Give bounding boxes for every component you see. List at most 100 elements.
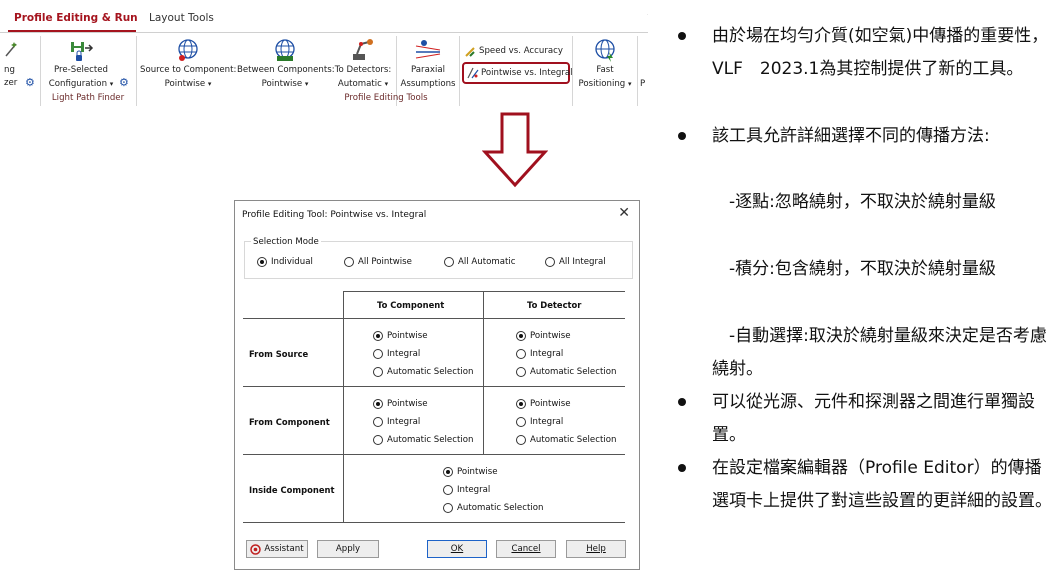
dropdown-caret-icon: ▾ [627,80,632,88]
group-label-profile-editing-tools: Profile Editing Tools [344,93,428,103]
note-subitem: -積分:包含繞射，不取決於繞射量級 [712,259,996,279]
ok-button[interactable]: OK [427,540,487,558]
group-label-light-path-finder: Light Path Finder [51,93,125,103]
inside-automatic-radio[interactable]: Automatic Selection [443,503,543,513]
dropdown-caret-icon: ▾ [109,80,114,88]
group-divider [637,36,638,106]
dropdown-caret-icon: ▾ [304,80,309,88]
note-paragraph: 該工具允許詳細選擇不同的傳播方法: [712,126,990,146]
help-button[interactable]: Help [566,540,626,558]
radio-selected-icon [373,399,383,409]
to-detectors-button[interactable]: To Detectors: Automatic ▾ [334,38,392,90]
gear-icon[interactable]: ⚙ [25,76,35,89]
clipped-label-1: ng [4,65,15,75]
grid-line [483,291,484,454]
col-header-to-detector: To Detector [527,300,582,310]
grid-line [343,291,625,292]
radio-icon [344,257,354,267]
preselected-label: Pre-Selected [53,65,109,75]
paraxial-icon [415,40,441,59]
radio-icon [444,257,454,267]
comp-det-automatic-radio[interactable]: Automatic Selection [516,435,616,445]
radio-selected-icon [516,399,526,409]
radio-selected-icon [373,331,383,341]
note-paragraph: 在設定檔案編輯器（Profile Editor）的傳播選項卡上提供了對這些設置的… [712,458,1052,512]
down-arrow-icon [482,112,548,188]
source-sphere-icon [178,39,198,61]
note-subitem: -逐點:忽略繞射，不取決於繞射量級 [712,192,996,212]
assumptions-label: Assumptions [400,79,456,89]
inside-pointwise-radio[interactable]: Pointwise [443,467,498,477]
comp-comp-integral-radio[interactable]: Integral [373,417,420,427]
comp-det-integral-radio[interactable]: Integral [516,417,563,427]
grid-line [343,291,344,522]
source-to-component-value: Pointwise ▾ [164,79,212,89]
src-comp-integral-radio[interactable]: Integral [373,349,420,359]
gear-icon[interactable]: ⚙ [119,76,129,89]
row-header-inside-component: Inside Component [249,485,335,495]
radio-selected-icon [257,257,267,267]
comp-det-pointwise-radio[interactable]: Pointwise [516,399,571,409]
radio-icon [443,503,453,513]
radio-icon [516,367,526,377]
tab-profile-editing-run[interactable]: Profile Editing & Run [14,12,138,24]
mode-all-integral-radio[interactable]: All Integral [545,257,606,267]
row-header-from-source: From Source [249,349,309,359]
paraxial-label: Paraxial [411,65,445,75]
source-to-component-button[interactable]: Source to Component: Pointwise ▾ [140,38,236,90]
src-comp-automatic-radio[interactable]: Automatic Selection [373,367,473,377]
to-detectors-value: Automatic ▾ [337,79,389,89]
speed-vs-accuracy-label: Speed vs. Accuracy [479,46,563,56]
fast-positioning-icon [595,39,615,62]
between-components-value: Pointwise ▾ [261,79,309,89]
preselected-configuration-button[interactable]: Pre-Selected Configuration ▾ [44,40,118,92]
radio-selected-icon [516,331,526,341]
src-comp-pointwise-radio[interactable]: Pointwise [373,331,428,341]
pointwise-vs-integral-label: Pointwise vs. Integral [481,68,573,78]
between-components-button[interactable]: Between Components: Pointwise ▾ [237,38,335,90]
dropdown-caret-icon: ▾ [384,80,389,88]
positioning-label: Positioning ▾ [578,79,632,89]
radio-selected-icon [443,467,453,477]
src-det-automatic-radio[interactable]: Automatic Selection [516,367,616,377]
torn-edge [647,14,648,16]
dropdown-caret-icon: ▾ [207,80,212,88]
grid-line [243,318,625,319]
apply-button[interactable]: Apply [317,540,379,558]
close-icon[interactable]: ✕ [618,205,630,221]
pointwise-vs-integral-button[interactable]: Pointwise vs. Integral [462,62,573,84]
speed-vs-accuracy-button[interactable]: Speed vs. Accuracy [464,45,568,60]
assistant-button[interactable]: Assistant [246,540,308,558]
between-components-label: Between Components: [237,65,335,75]
radio-icon [373,367,383,377]
radio-icon [516,435,526,445]
assistant-icon [250,543,262,555]
fast-positioning-button[interactable]: Fast Positioning ▾ [574,38,636,90]
dialog-title: Profile Editing Tool: Pointwise vs. Inte… [242,210,427,220]
component-sphere-icon [275,39,295,61]
row-header-from-component: From Component [249,417,330,427]
inside-integral-radio[interactable]: Integral [443,485,490,495]
cancel-button[interactable]: Cancel [496,540,556,558]
tab-layout-tools[interactable]: Layout Tools [149,12,214,24]
grid-line [243,454,625,455]
mode-individual-radio[interactable]: Individual [257,257,313,267]
light-path-finder-icon [71,42,94,61]
source-to-component-label: Source to Component: [140,65,237,75]
note-subitem: -自動選擇:取決於繞射量級來決定是否考慮繞射。 [712,326,1047,380]
detector-robot-icon [353,39,373,60]
comp-comp-automatic-radio[interactable]: Automatic Selection [373,435,473,445]
pointwise-integral-icon [467,67,479,79]
paraxial-assumptions-button[interactable]: Paraxial Assumptions [398,38,458,90]
radio-icon [373,349,383,359]
src-det-pointwise-radio[interactable]: Pointwise [516,331,571,341]
grid-line [243,386,625,387]
pointwise-integral-dialog: Profile Editing Tool: Pointwise vs. Inte… [234,200,640,570]
src-det-integral-radio[interactable]: Integral [516,349,563,359]
comp-comp-pointwise-radio[interactable]: Pointwise [373,399,428,409]
radio-icon [516,417,526,427]
mode-all-pointwise-radio[interactable]: All Pointwise [344,257,412,267]
wand-icon [5,42,17,57]
mode-all-automatic-radio[interactable]: All Automatic [444,257,515,267]
radio-icon [443,485,453,495]
